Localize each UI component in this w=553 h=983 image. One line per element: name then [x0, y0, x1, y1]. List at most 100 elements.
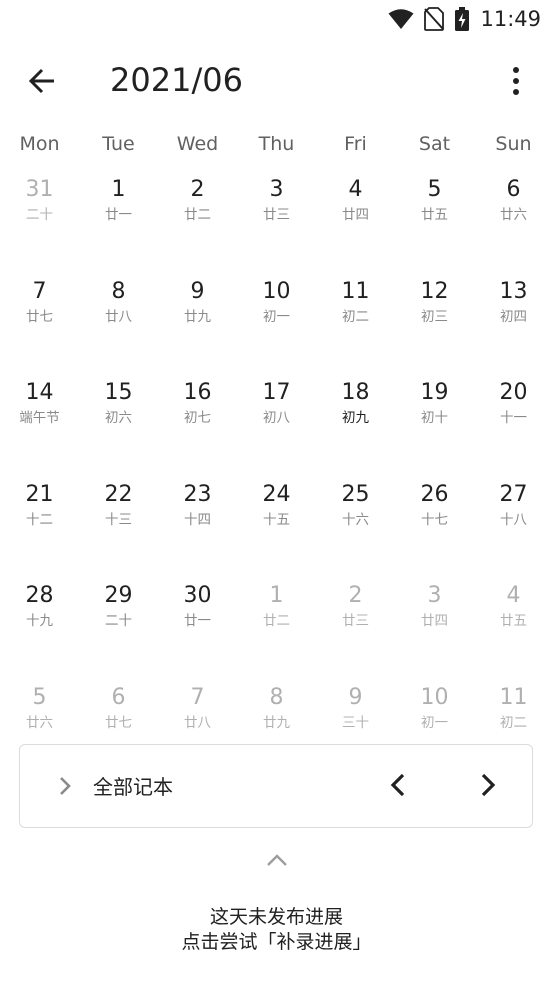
calendar-day-cell[interactable]: 24 十五 — [237, 481, 316, 583]
day-number: 23 — [183, 481, 212, 507]
lunar-date: 廿六 — [26, 714, 53, 731]
lunar-date: 初三 — [421, 308, 448, 325]
more-options-button[interactable] — [497, 62, 535, 100]
empty-state-message[interactable]: 这天未发布进展 点击尝试「补录进展」 — [0, 905, 553, 955]
day-number: 1 — [111, 177, 126, 202]
lunar-date: 十七 — [421, 511, 448, 528]
calendar-day-cell[interactable]: 4 廿四 — [316, 176, 395, 278]
day-number: 3 — [427, 583, 442, 608]
calendar-day-cell[interactable]: 27 十八 — [474, 481, 553, 583]
lunar-date: 端午节 — [19, 410, 60, 426]
calendar-day-cell[interactable]: 11 初二 — [316, 278, 395, 380]
day-number: 13 — [499, 278, 528, 304]
weekday-label: Tue — [102, 133, 135, 155]
day-number: 6 — [506, 177, 521, 202]
calendar-day-cell[interactable]: 6 廿六 — [474, 176, 553, 278]
lunar-date: 二十 — [26, 207, 53, 223]
weekday-label: Fri — [344, 133, 367, 155]
empty-state-line-1: 这天未发布进展 — [209, 906, 343, 928]
calendar-day-cell[interactable]: 9 廿九 — [158, 278, 237, 380]
day-number: 7 — [32, 278, 47, 304]
day-number: 8 — [269, 684, 284, 710]
calendar-day-cell[interactable]: 2 廿三 — [316, 582, 395, 684]
status-bar: 11:49 — [0, 0, 553, 38]
next-notebook-button[interactable] — [474, 769, 502, 801]
calendar-day-cell[interactable]: 17 初八 — [237, 379, 316, 481]
day-number: 28 — [25, 583, 54, 608]
no-sim-icon — [424, 7, 445, 31]
calendar-day-cell[interactable]: 16 初七 — [158, 379, 237, 481]
calendar-day-cell[interactable]: 26 十七 — [395, 481, 474, 583]
calendar-week-row: 28 十九 29 二十 30 廿一 1 廿二 2 廿三 3 廿四 4 廿五 — [0, 582, 553, 684]
calendar-day-cell[interactable]: 29 二十 — [79, 582, 158, 684]
lunar-date: 廿三 — [342, 613, 369, 629]
lunar-date: 十六 — [342, 511, 369, 528]
calendar-day-cell[interactable]: 28 十九 — [0, 582, 79, 684]
calendar-day-cell[interactable]: 2 廿二 — [158, 176, 237, 278]
wifi-icon — [388, 8, 414, 30]
day-number: 21 — [25, 481, 54, 507]
day-number: 29 — [104, 583, 133, 608]
calendar-day-cell[interactable]: 1 廿二 — [237, 582, 316, 684]
calendar-day-cell[interactable]: 23 十四 — [158, 481, 237, 583]
day-number: 14 — [25, 380, 54, 405]
calendar-day-cell[interactable]: 5 廿五 — [395, 176, 474, 278]
notebook-label[interactable]: 全部记本 — [93, 773, 173, 801]
day-number: 3 — [269, 177, 284, 202]
day-number: 10 — [262, 278, 291, 304]
day-number: 4 — [506, 583, 521, 608]
previous-notebook-button[interactable] — [384, 769, 412, 801]
calendar-day-cell[interactable]: 30 廿一 — [158, 582, 237, 684]
status-time: 11:49 — [480, 7, 541, 31]
calendar-day-cell[interactable]: 4 廿五 — [474, 582, 553, 684]
calendar-week-row: 7 廿七 8 廿八 9 廿九 10 初一 11 初二 12 初三 13 初四 — [0, 278, 553, 380]
calendar-day-cell[interactable]: 25 十六 — [316, 481, 395, 583]
calendar-day-cell[interactable]: 12 初三 — [395, 278, 474, 380]
lunar-date: 廿七 — [26, 308, 53, 325]
calendar-day-cell[interactable]: 10 初一 — [237, 278, 316, 380]
lunar-date: 廿二 — [184, 207, 211, 223]
lunar-date: 廿九 — [184, 308, 211, 325]
weekday-label: Wed — [176, 133, 219, 155]
calendar-week-row: 21 十二 22 十三 23 十四 24 十五 25 十六 26 十七 27 十八 — [0, 481, 553, 583]
calendar-day-cell[interactable]: 20 十一 — [474, 379, 553, 481]
weekday-label: Mon — [19, 133, 60, 155]
calendar-day-cell[interactable]: 19 初十 — [395, 379, 474, 481]
lunar-date: 廿五 — [421, 207, 448, 223]
lunar-date: 廿一 — [184, 613, 211, 629]
lunar-date: 廿一 — [105, 207, 132, 223]
calendar-day-cell[interactable]: 7 廿七 — [0, 278, 79, 380]
calendar-day-cell[interactable]: 22 十三 — [79, 481, 158, 583]
lunar-date: 廿八 — [105, 308, 132, 325]
collapse-handle[interactable] — [264, 850, 290, 870]
lunar-date: 廿八 — [184, 714, 211, 731]
back-button[interactable] — [24, 62, 62, 100]
calendar-week-row: 31 二十 1 廿一 2 廿二 3 廿三 4 廿四 5 廿五 6 廿六 — [0, 176, 553, 278]
calendar-day-cell[interactable]: 18 初九 — [316, 379, 395, 481]
day-number: 9 — [348, 684, 363, 710]
status-icons: 11:49 — [388, 6, 541, 32]
calendar-day-cell[interactable]: 15 初六 — [79, 379, 158, 481]
calendar-day-cell[interactable]: 14 端午节 — [0, 379, 79, 481]
calendar-day-cell[interactable]: 31 二十 — [0, 176, 79, 278]
calendar-day-cell[interactable]: 8 廿八 — [79, 278, 158, 380]
empty-state-line-2[interactable]: 点击尝试「补录进展」 — [0, 930, 553, 955]
lunar-date: 廿三 — [263, 207, 290, 223]
battery-charging-icon — [454, 7, 470, 31]
lunar-date: 初十 — [421, 410, 448, 426]
weekday-label: Sun — [495, 133, 532, 155]
day-number: 8 — [111, 278, 126, 304]
calendar-day-cell[interactable]: 13 初四 — [474, 278, 553, 380]
calendar-day-cell[interactable]: 3 廿四 — [395, 582, 474, 684]
lunar-date: 十五 — [263, 511, 290, 528]
calendar-day-cell[interactable]: 3 廿三 — [237, 176, 316, 278]
calendar-day-cell[interactable]: 21 十二 — [0, 481, 79, 583]
calendar-day-cell[interactable]: 1 廿一 — [79, 176, 158, 278]
lunar-date: 廿二 — [263, 613, 290, 629]
lunar-date: 廿四 — [421, 613, 448, 629]
day-number: 11 — [341, 278, 370, 304]
lunar-date: 十三 — [105, 511, 132, 528]
chevron-right-icon — [52, 773, 78, 799]
day-number: 2 — [348, 583, 363, 608]
notebook-expand-button[interactable] — [52, 773, 78, 799]
